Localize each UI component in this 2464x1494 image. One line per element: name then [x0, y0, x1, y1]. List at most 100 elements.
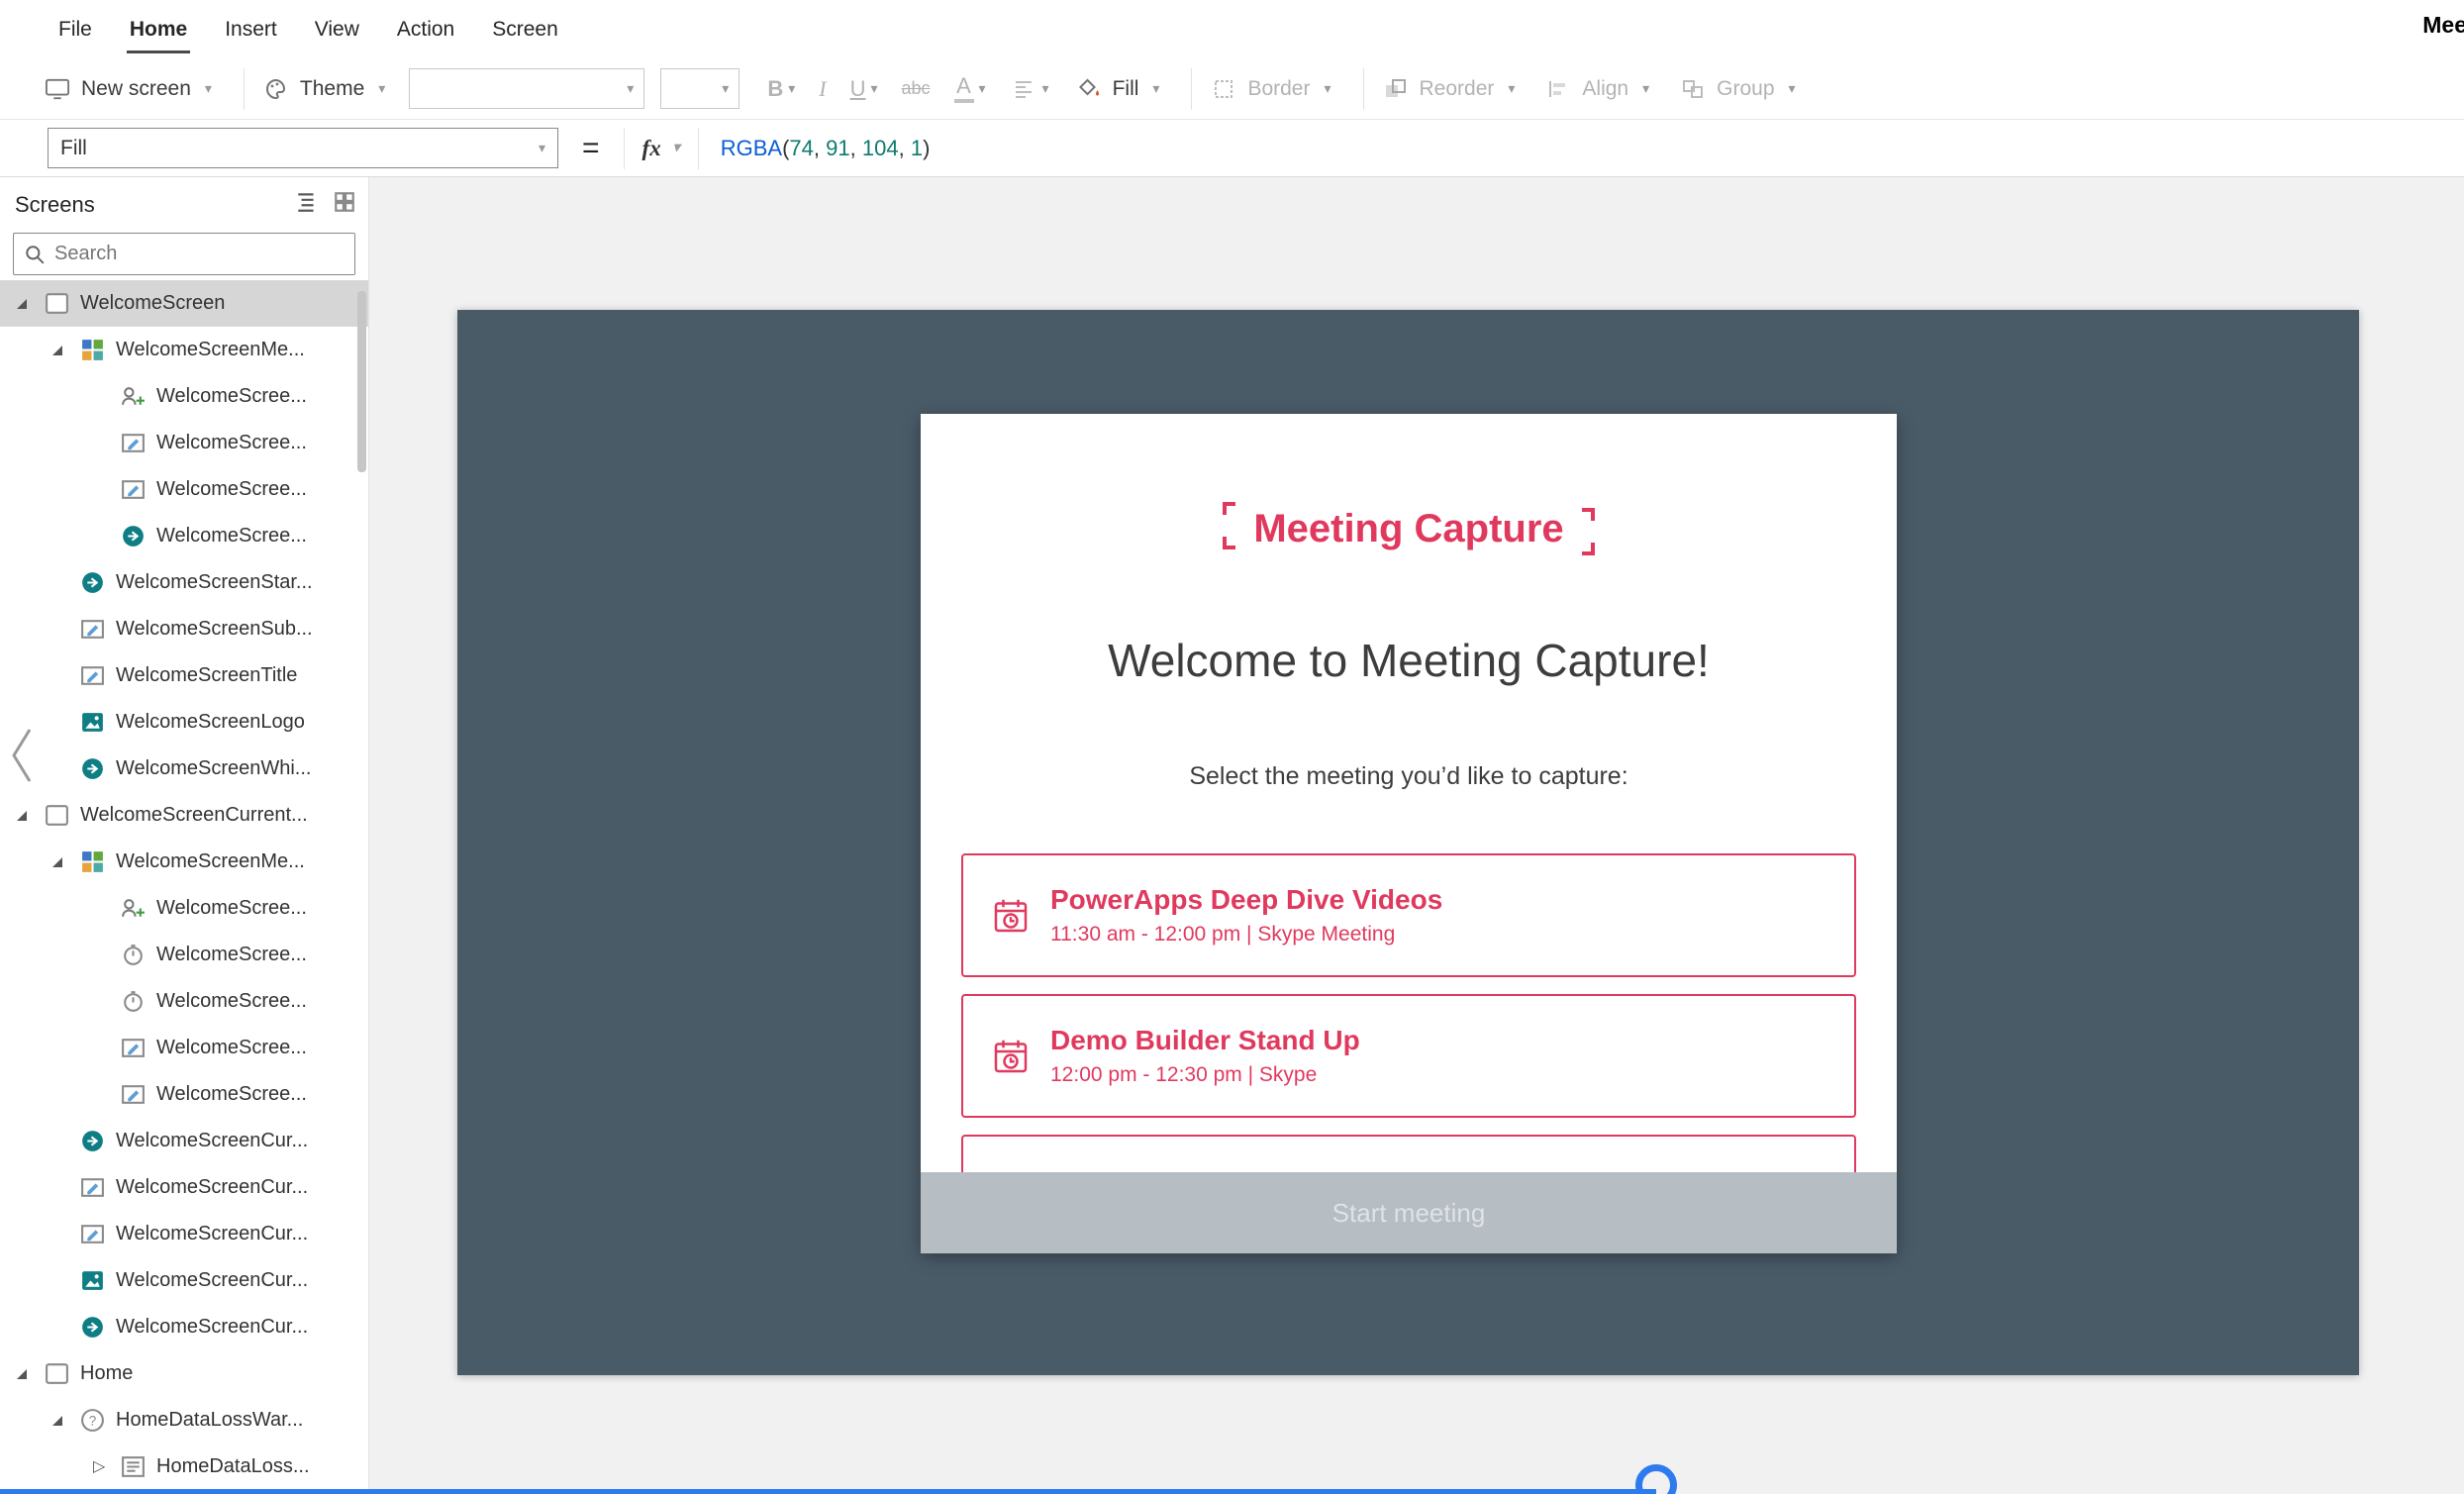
formula-token-punct: ,	[850, 136, 862, 160]
tree-item-welcomescree-[interactable]: WelcomeScree...	[0, 513, 368, 559]
chevron-down-icon: ▾	[539, 140, 545, 156]
tree-item-welcomescree-[interactable]: WelcomeScree...	[0, 373, 368, 420]
tree-item-welcomescreencur-[interactable]: WelcomeScreenCur...	[0, 1164, 368, 1211]
new-screen-button[interactable]: New screen ▾	[44, 76, 212, 102]
tree-item-label: WelcomeScreenMe...	[116, 339, 305, 361]
reorder-icon	[1382, 76, 1410, 102]
tree-item-label: WelcomeScreenCur...	[116, 1176, 308, 1199]
scrollbar-thumb[interactable]	[357, 291, 366, 472]
tree-item-welcomescreencur-[interactable]: WelcomeScreenCur...	[0, 1118, 368, 1164]
theme-button[interactable]: Theme ▾	[262, 76, 385, 102]
text-align-button[interactable]: ▾	[1010, 76, 1049, 102]
tree-item-welcomescree-[interactable]: WelcomeScree...	[0, 885, 368, 932]
tree-item-home[interactable]: Home	[0, 1350, 368, 1397]
group-button[interactable]: Group ▾	[1679, 76, 1795, 102]
meeting-time: 11:30 am - 12:00 pm | Skype Meeting	[1050, 923, 1442, 946]
tree-item-welcomescreencur-[interactable]: WelcomeScreenCur...	[0, 1304, 368, 1350]
align-icon	[1544, 76, 1572, 102]
tree-item-welcomescree-[interactable]: WelcomeScree...	[0, 466, 368, 513]
welcome-card: Meeting Capture Welcome to Meeting Captu…	[921, 414, 1897, 1253]
tree-item-welcomescreentitle[interactable]: WelcomeScreenTitle	[0, 652, 368, 699]
formula-token-number: 104	[862, 136, 899, 160]
chevron-down-icon: ▾	[870, 80, 877, 97]
font-color-button[interactable]: A▾	[954, 75, 986, 103]
tree-item-homedatalosswar-[interactable]: ?HomeDataLossWar...	[0, 1397, 368, 1444]
collapse-toggle-expanded[interactable]	[13, 811, 44, 821]
timer-icon	[120, 988, 147, 1015]
border-button[interactable]: Border ▾	[1210, 76, 1331, 102]
fx-dropdown[interactable]: fx ▾	[624, 128, 699, 169]
menu-home[interactable]: Home	[111, 0, 206, 58]
meeting-item[interactable]: Demo Builder Stand Up12:00 pm - 12:30 pm…	[961, 994, 1856, 1118]
formula-token-punct: )	[923, 136, 930, 160]
ribbon: New screen ▾ Theme ▾ ▾ ▾ B▾ I U▾ abc A▾ …	[0, 58, 2464, 120]
collapse-toggle-expanded[interactable]	[13, 1369, 44, 1379]
tree-item-welcomescreencur-[interactable]: WelcomeScreenCur...	[0, 1211, 368, 1257]
image-icon	[79, 1267, 106, 1294]
collapse-toggle-expanded[interactable]	[13, 299, 44, 309]
tree-item-welcomescreenwhi-[interactable]: WelcomeScreenWhi...	[0, 746, 368, 792]
screens-panel: Screens WelcomeScreenWelcomeScreenMe...W…	[0, 177, 369, 1494]
shape-icon	[79, 755, 106, 782]
bold-button[interactable]: B▾	[767, 76, 795, 102]
tree-item-welcomescreenme-[interactable]: WelcomeScreenMe...	[0, 327, 368, 373]
strikethrough-button[interactable]: abc	[901, 78, 930, 99]
new-screen-label: New screen	[81, 77, 191, 101]
tree-item-label: WelcomeScreen	[80, 292, 225, 315]
tree-item-welcomescreen[interactable]: WelcomeScreen	[0, 280, 368, 327]
menu-file[interactable]: File	[40, 0, 111, 58]
video-progress-bar[interactable]	[0, 1489, 1656, 1494]
menu-insert[interactable]: Insert	[206, 0, 296, 58]
start-meeting-button[interactable]: Start meeting	[921, 1172, 1897, 1253]
tree-item-welcomescreenlogo[interactable]: WelcomeScreenLogo	[0, 699, 368, 746]
canvas[interactable]: Meeting Capture Welcome to Meeting Captu…	[457, 310, 2359, 1375]
tree-item-welcomescree-[interactable]: WelcomeScree...	[0, 978, 368, 1025]
calendar-icon	[991, 1037, 1031, 1076]
collapse-toggle-expanded[interactable]	[49, 1416, 79, 1426]
tree-item-welcomescree-[interactable]: WelcomeScree...	[0, 1071, 368, 1118]
panel-collapse-chevron[interactable]	[8, 726, 38, 785]
property-selector[interactable]: Fill ▾	[48, 128, 558, 168]
reorder-button[interactable]: Reorder ▾	[1382, 76, 1516, 102]
collapse-toggle-expanded[interactable]	[49, 346, 79, 355]
collapse-toggle-expanded[interactable]	[49, 857, 79, 867]
tree-item-welcomescreenme-[interactable]: WelcomeScreenMe...	[0, 839, 368, 885]
grid-view-icon[interactable]	[333, 190, 356, 220]
align-button[interactable]: Align ▾	[1544, 76, 1649, 102]
tree-item-homedataloss-[interactable]: ▷HomeDataLoss...	[0, 1444, 368, 1490]
menu-view[interactable]: View	[296, 0, 378, 58]
chevron-down-icon: ▾	[673, 140, 680, 156]
label-icon	[79, 616, 106, 643]
font-family-select[interactable]: ▾	[409, 68, 644, 109]
italic-button[interactable]: I	[819, 76, 826, 102]
equals-sign: =	[582, 132, 600, 165]
fill-button[interactable]: Fill ▾	[1075, 76, 1160, 102]
underline-label: U	[850, 76, 866, 102]
tree-item-welcomescree-[interactable]: WelcomeScree...	[0, 932, 368, 978]
tree-item-welcomescreencur-[interactable]: WelcomeScreenCur...	[0, 1257, 368, 1304]
chevron-down-icon: ▾	[1324, 80, 1331, 97]
shape-icon	[120, 523, 147, 549]
tree-item-welcomescreensub-[interactable]: WelcomeScreenSub...	[0, 606, 368, 652]
theme-icon	[262, 76, 290, 102]
tree-item-label: WelcomeScreenLogo	[116, 711, 305, 734]
tree-item-welcomescreenstar-[interactable]: WelcomeScreenStar...	[0, 559, 368, 606]
menu-action[interactable]: Action	[378, 0, 473, 58]
meeting-item[interactable]: PowerApps Deep Dive Videos11:30 am - 12:…	[961, 853, 1856, 977]
timer-icon	[120, 942, 147, 968]
formula-input[interactable]: RGBA(74, 91, 104, 1)	[721, 136, 931, 161]
search-input[interactable]	[54, 243, 345, 265]
tree-item-label: WelcomeScreenWhi...	[116, 757, 311, 780]
property-selector-value: Fill	[60, 137, 87, 160]
border-label: Border	[1247, 77, 1310, 101]
tree-item-welcomescree-[interactable]: WelcomeScree...	[0, 1025, 368, 1071]
gallery-icon	[79, 337, 106, 363]
tree-item-welcomescree-[interactable]: WelcomeScree...	[0, 420, 368, 466]
underline-button[interactable]: U▾	[850, 76, 878, 102]
font-size-select[interactable]: ▾	[660, 68, 739, 109]
menu-screen[interactable]: Screen	[473, 0, 577, 58]
tree-item-welcomescreencurrent-[interactable]: WelcomeScreenCurrent...	[0, 792, 368, 839]
tree-item-label: WelcomeScree...	[156, 944, 307, 966]
collapse-toggle-collapsed[interactable]: ▷	[89, 1459, 120, 1475]
tree-view-icon[interactable]	[295, 190, 319, 220]
